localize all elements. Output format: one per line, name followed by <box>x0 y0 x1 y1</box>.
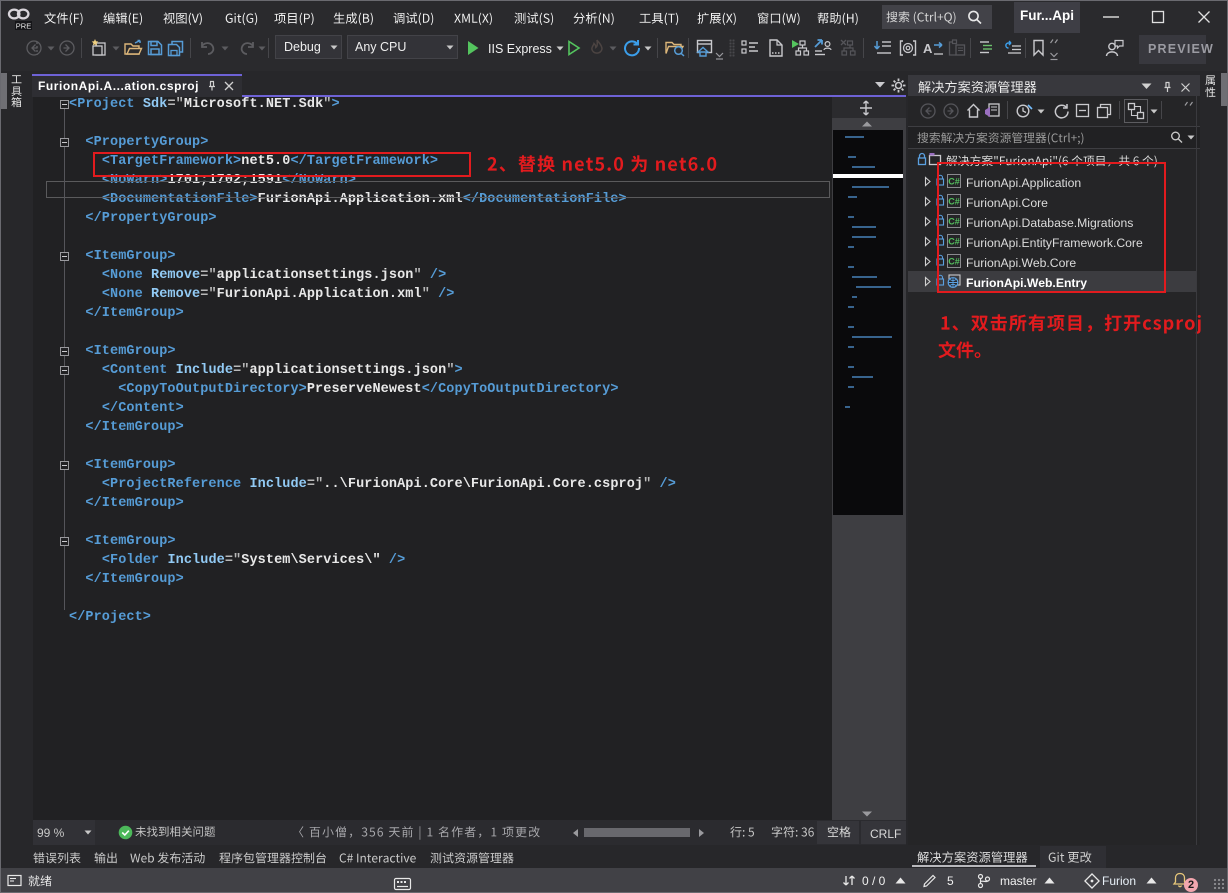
svg-text:A: A <box>923 41 933 56</box>
svg-text:PRE: PRE <box>16 22 31 31</box>
